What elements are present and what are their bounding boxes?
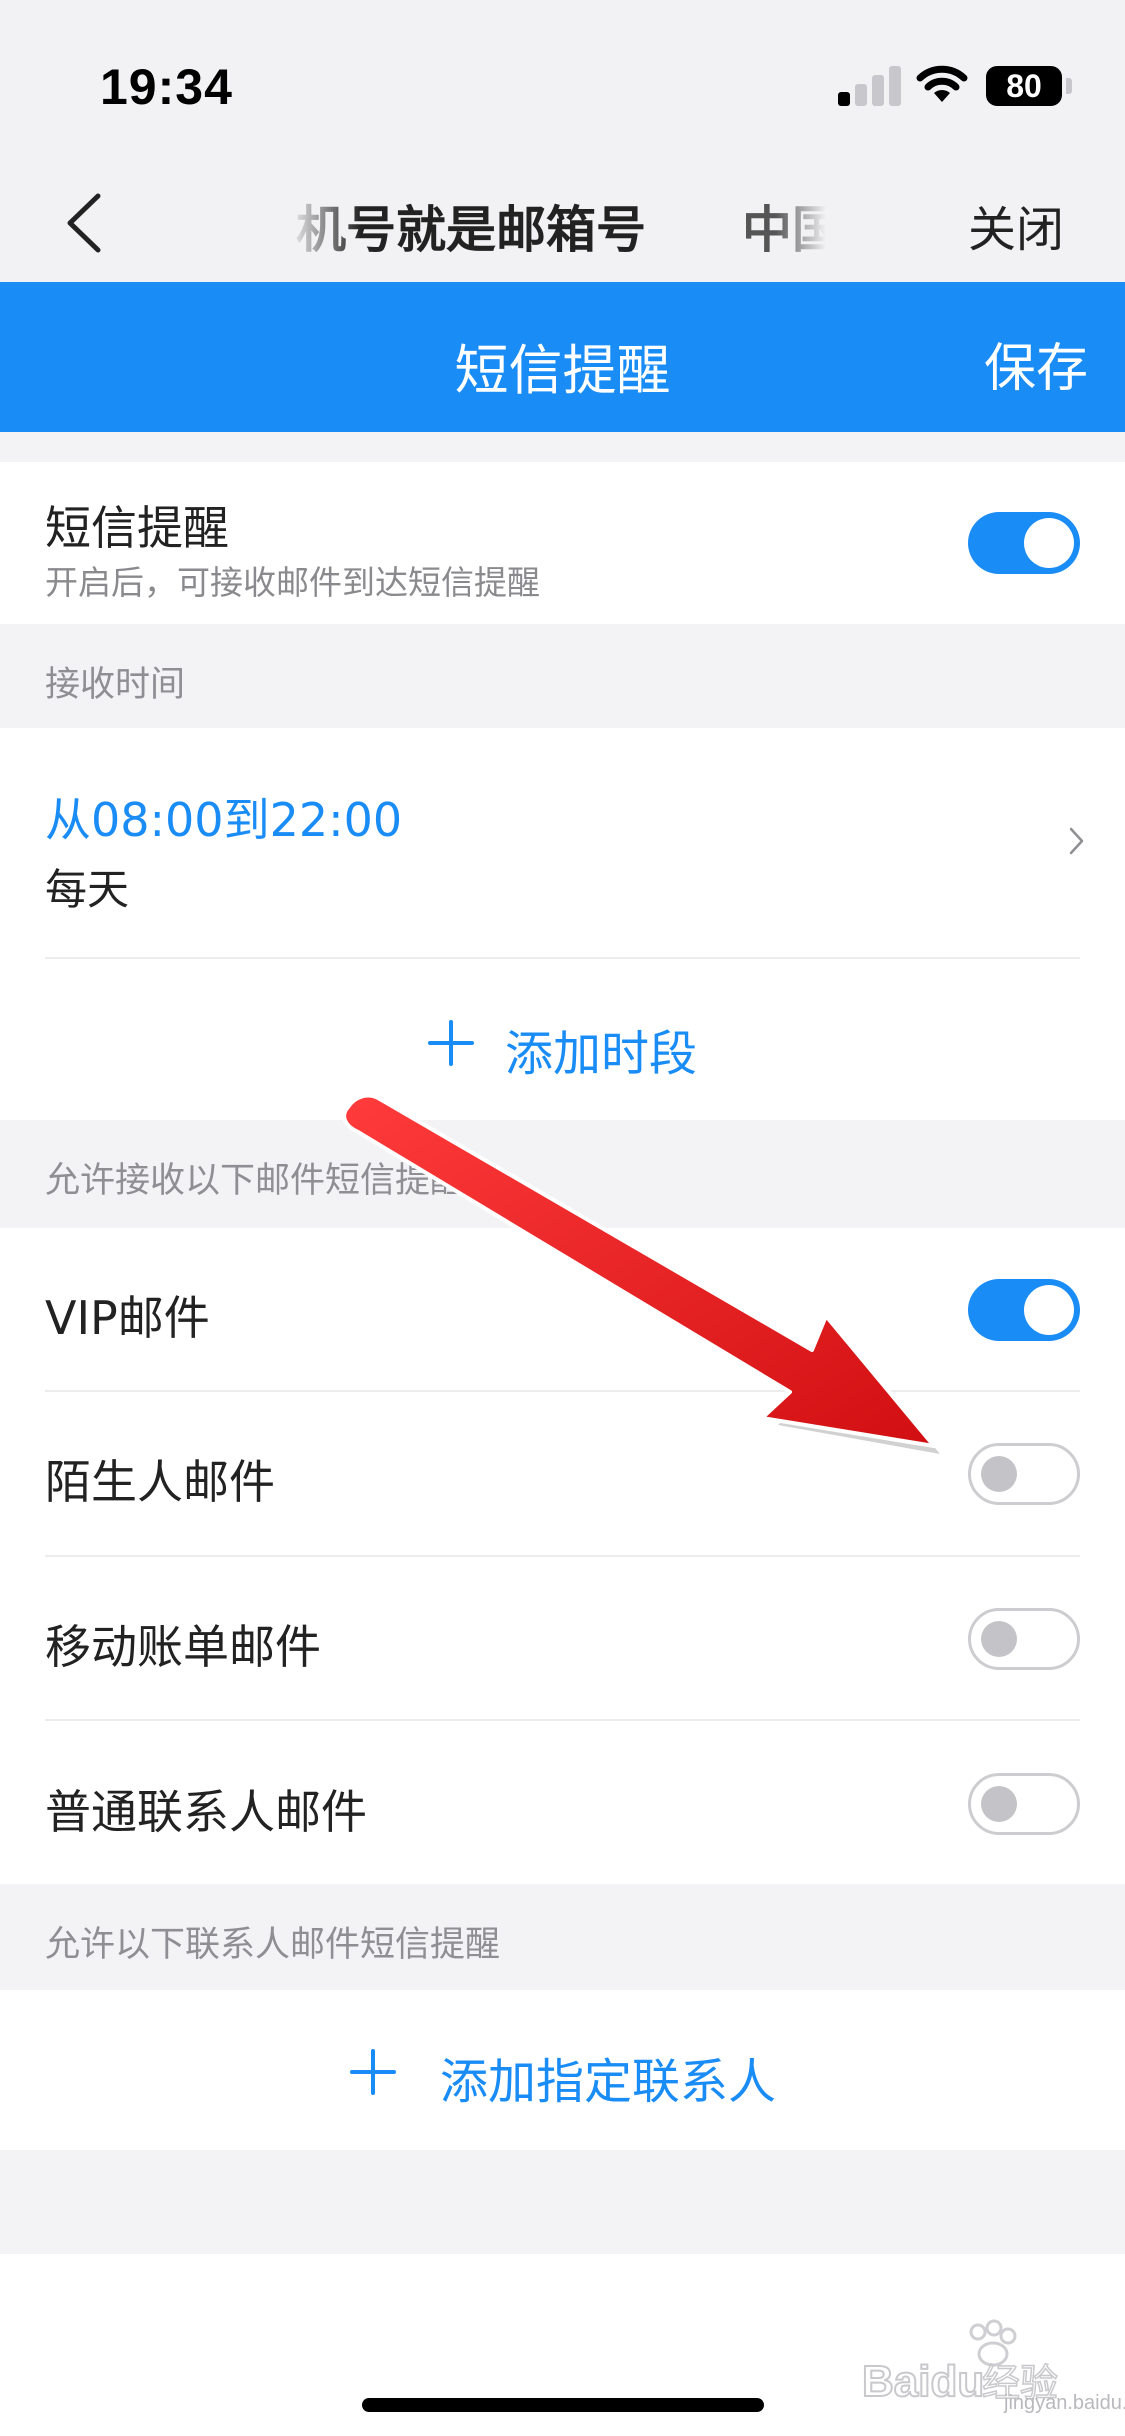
wifi-icon [916,65,968,102]
status-bar: 19:34 80 [0,0,1125,160]
vip-mail-label: VIP邮件 [45,1291,210,1345]
allow-contacts-header: 允许以下联系人邮件短信提醒 [45,1925,501,1965]
chevron-left-icon [67,193,101,253]
time-range-text[interactable]: 从08:00到22:00 [45,784,402,850]
status-time: 19:34 [100,59,233,115]
battery-cap [1066,78,1072,94]
toggle-knob [981,1786,1017,1822]
toggle-knob [1024,1285,1074,1335]
cellular-signal-icon [838,64,902,106]
divider [45,1390,1080,1392]
nav-bar: 机号就是邮箱号 中国 关闭 [0,160,1125,282]
add-contact-button[interactable]: 添加指定联系人 [440,2042,776,2112]
time-repeat-text: 每天 [45,865,130,914]
contact-mail-toggle[interactable] [968,1773,1080,1835]
app-header: 短信提醒 保存 [0,282,1125,432]
receive-time-header: 接收时间 [45,665,186,705]
chevron-right-icon [1069,827,1084,855]
divider [45,1719,1080,1721]
allow-mail-header: 允许接收以下邮件短信提醒 [45,1161,466,1201]
stranger-mail-label: 陌生人邮件 [45,1455,275,1509]
sms-reminder-description: 开启后，可接收邮件到达短信提醒 [45,563,540,602]
toggle-knob [981,1456,1017,1492]
contact-mail-label: 普通联系人邮件 [45,1785,367,1839]
nav-title-next: 中国 [742,201,826,259]
toggle-knob [1024,518,1074,568]
back-button[interactable] [56,188,116,258]
stranger-mail-toggle[interactable] [968,1443,1080,1505]
vip-mail-toggle[interactable] [968,1279,1080,1341]
add-period-button[interactable]: 添加时段 [505,1014,697,1084]
bill-mail-label: 移动账单邮件 [45,1620,321,1674]
toggle-knob [981,1621,1017,1657]
sms-reminder-toggle[interactable] [968,512,1080,574]
plus-icon [428,1020,474,1066]
sms-reminder-label: 短信提醒 [45,501,229,555]
home-indicator [362,2398,764,2412]
watermark-url: jingyan.baidu.com [1004,2392,1125,2414]
page-title: 短信提醒 [454,339,671,402]
plus-icon [350,2049,396,2095]
save-button[interactable]: 保存 [984,326,1088,401]
battery-level: 80 [1006,68,1042,104]
nav-title: 机号就是邮箱号 [296,201,646,259]
close-button[interactable]: 关闭 [968,190,1064,260]
bill-mail-toggle[interactable] [968,1608,1080,1670]
divider [45,1555,1080,1557]
divider [45,957,1080,959]
svg-text:Baidu: Baidu [862,2357,984,2406]
battery-icon: 80 [986,66,1062,106]
